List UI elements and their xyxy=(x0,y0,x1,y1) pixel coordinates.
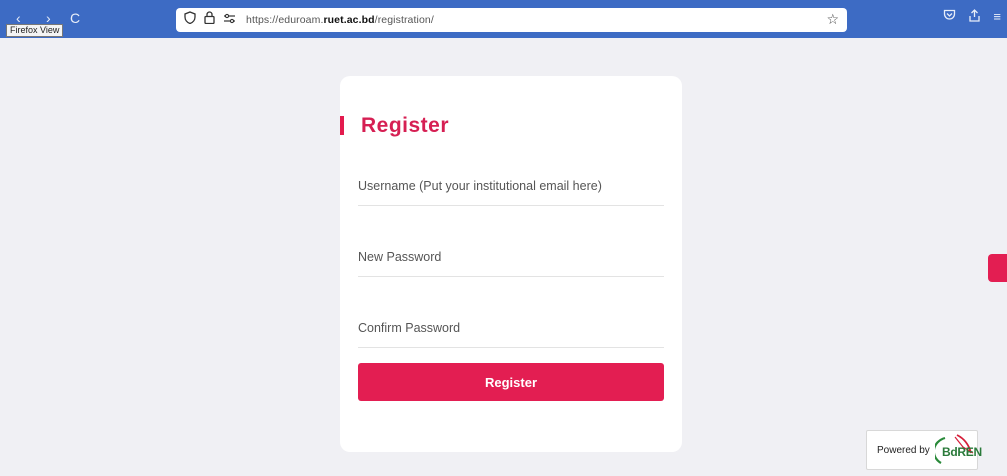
powered-by-label: Powered by xyxy=(877,444,930,456)
username-input[interactable] xyxy=(358,166,664,206)
share-icon[interactable] xyxy=(968,9,981,25)
shield-icon[interactable] xyxy=(184,8,196,32)
side-feedback-tab[interactable] xyxy=(988,254,1007,282)
title-accent-bar xyxy=(340,116,344,135)
bdren-logo-icon: BdREN xyxy=(935,433,982,469)
reload-icon[interactable]: C xyxy=(70,9,80,27)
bdren-brand: BdREN xyxy=(942,445,982,459)
browser-toolbar: ‹ › C Firefox View https://eduroam.ruet.… xyxy=(0,0,1007,38)
register-button[interactable]: Register xyxy=(358,363,664,401)
confirm-password-input[interactable] xyxy=(358,308,664,348)
pocket-icon[interactable] xyxy=(943,9,956,25)
firefox-view-tooltip: Firefox View xyxy=(6,24,64,37)
bookmark-star-icon[interactable]: ☆ xyxy=(826,11,839,28)
powered-by-badge[interactable]: Powered by BdREN xyxy=(866,430,982,470)
new-password-input[interactable] xyxy=(358,237,664,277)
permissions-icon[interactable] xyxy=(223,8,236,32)
lock-icon[interactable] xyxy=(204,8,215,32)
url-text[interactable]: https://eduroam.ruet.ac.bd/registration/ xyxy=(246,14,434,26)
address-bar[interactable]: https://eduroam.ruet.ac.bd/registration/… xyxy=(176,8,847,32)
menu-icon[interactable]: ≡ xyxy=(993,9,1001,25)
page-title: Register xyxy=(361,114,450,137)
toolbar-right-icons: ≡ xyxy=(943,9,1001,25)
